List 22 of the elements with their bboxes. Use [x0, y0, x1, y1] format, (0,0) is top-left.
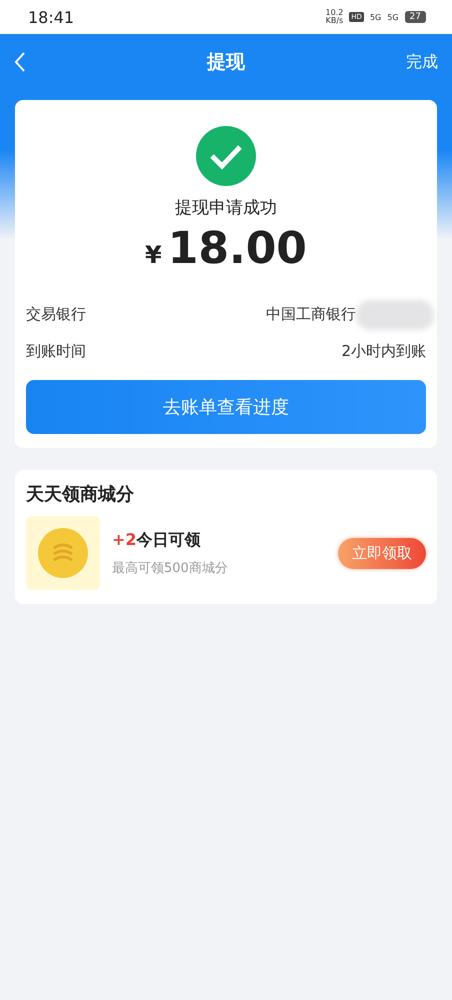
withdraw-amount: 18.00	[168, 223, 307, 274]
promo-bonus-text: +2今日可领	[112, 530, 202, 550]
currency-symbol: ¥	[145, 241, 162, 269]
view-progress-button[interactable]: 去账单查看进度	[26, 380, 426, 434]
network-speed: 10.2 KB/s	[325, 9, 344, 25]
signal-label: 5G	[387, 12, 399, 22]
row-value: 中国工商银行	[266, 305, 356, 324]
coin-icon	[38, 528, 88, 578]
signal-label: 5G	[370, 12, 382, 22]
row-label: 到账时间	[26, 342, 86, 361]
promo-subtitle: 最高可领500商城分	[112, 560, 229, 576]
page-title: 提现	[207, 50, 245, 75]
promo-title: 天天领商城分	[26, 483, 135, 506]
back-icon[interactable]	[14, 51, 26, 73]
battery-level: 27	[404, 11, 426, 23]
claim-button[interactable]: 立即领取	[338, 538, 426, 568]
row-value: 2小时内到账	[341, 342, 426, 361]
row-label: 交易银行	[26, 305, 86, 324]
success-check-icon	[196, 126, 256, 186]
success-message: 提现申请成功	[175, 197, 277, 219]
status-time: 18:41	[28, 8, 74, 26]
done-link[interactable]: 完成	[406, 52, 438, 72]
